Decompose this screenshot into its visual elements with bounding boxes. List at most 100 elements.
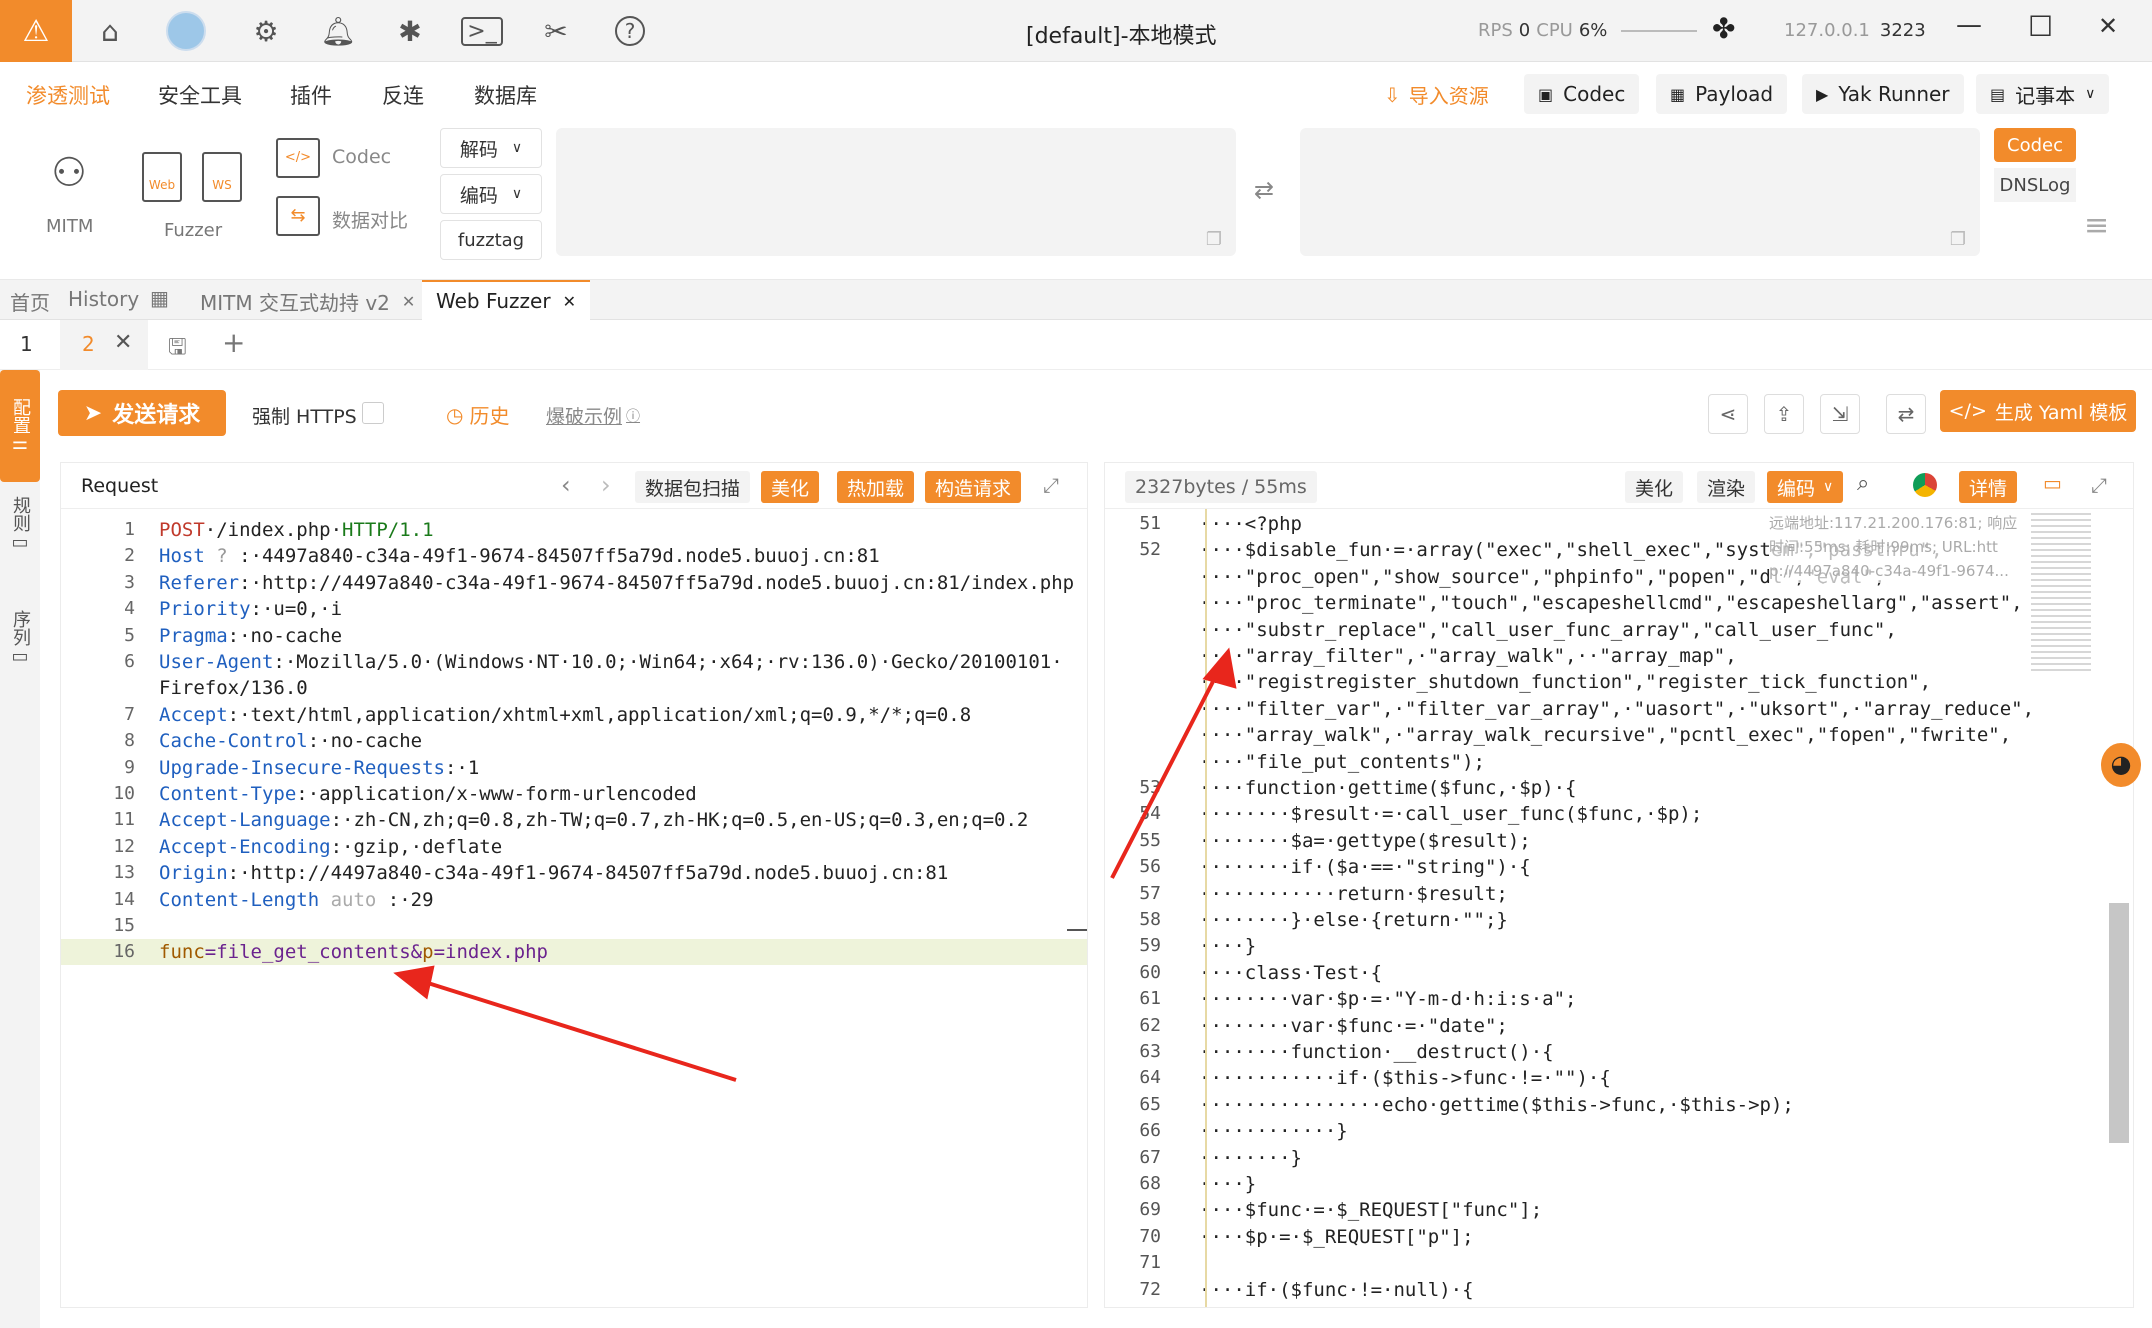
detail-button[interactable]: 详情 [1959,471,2018,503]
tab-home[interactable]: 首页 [10,287,50,316]
fuzzer-label[interactable]: Fuzzer [164,220,222,241]
copy-icon[interactable]: ❐ [1206,229,1222,250]
yak-runner-button[interactable]: ▶ Yak Runner [1802,74,1964,114]
response-line[interactable]: 64 ············if·($this->func·!=·"")·{ [1105,1065,2045,1091]
response-line[interactable]: 58 ········}·else·{return·"";} [1105,907,2045,933]
code-minimap[interactable] [2029,509,2109,709]
request-line[interactable]: Firefox/136.0 [61,675,1087,701]
response-line[interactable]: 69 ····$func·=·$_REQUEST["func"]; [1105,1197,2045,1223]
side-tab-sequence[interactable]: 序列 ▭ [0,610,40,722]
close-icon[interactable]: ✕ [114,330,132,355]
codec-tool-icon[interactable]: </> [276,138,320,178]
response-line[interactable]: ····"registregister_shutdown_function","… [1105,669,2045,695]
request-line[interactable]: 14 Content-Length auto :·29 [61,887,1087,913]
response-line[interactable]: 59 ····} [1105,933,2045,959]
tab-history[interactable]: History [68,287,139,311]
response-line[interactable]: 65 ················echo·gettime($this->fu… [1105,1092,2045,1118]
menu-reverse[interactable]: 反连 [382,80,424,110]
mitm-label[interactable]: MITM [46,216,93,237]
payload-button[interactable]: ▦ Payload [1656,74,1788,114]
bug-icon[interactable]: ✱ [390,12,430,50]
menu-pentest[interactable]: 渗透测试 [26,80,110,110]
mascot-icon[interactable]: ◕ [2101,743,2141,787]
import-resource-button[interactable]: ⇩ 导入资源 [1384,80,1489,109]
side-tab-rules[interactable]: 规则 ▭ [0,496,40,608]
response-line[interactable]: 53 ····function·gettime($func,·$p)·{ [1105,775,2045,801]
engine-status-icon[interactable]: ✤ [1712,12,1746,46]
avatar[interactable] [166,11,206,51]
menu-security-tools[interactable]: 安全工具 [158,80,242,110]
export-icon[interactable]: ⇪ [1764,394,1804,434]
notebook-button[interactable]: ▤ 记事本 ∨ [1976,74,2110,114]
request-editor[interactable]: 1 POST·/index.php·HTTP/1.1 2 Host ? :·4497a… [61,509,1087,1307]
request-line[interactable]: 3 Referer:·http://4497a840-c34a-49f1-9674… [61,570,1087,596]
response-line[interactable]: ····"file_put_contents"); [1105,749,2045,775]
response-line[interactable]: 67 ········} [1105,1145,2045,1171]
codec-input-area[interactable]: ❐ [556,128,1236,256]
collapse-icon[interactable]: ≡ [2084,208,2109,243]
request-line[interactable]: 2 Host ? :·4497a840-c34a-49f1-9674-84507f… [61,543,1087,569]
send-request-button[interactable]: ➤ 发送请求 [58,390,226,436]
close-icon[interactable]: ✕ [402,292,415,311]
codec-side-tab[interactable]: Codec [1994,128,2076,162]
response-line[interactable]: 71 [1105,1250,2045,1276]
tab-web-fuzzer[interactable]: Web Fuzzer ✕ [422,280,590,320]
request-line[interactable]: 6 User-Agent:·Mozilla/5.0·(Windows·NT·10.… [61,649,1087,675]
fuzztag-button[interactable]: fuzztag [440,220,542,260]
home-icon[interactable]: ⌂ [90,12,130,50]
codec-tool-label[interactable]: Codec [332,146,391,168]
maximize-button[interactable]: ☐ [2028,10,2053,43]
swap-icon[interactable]: ⇄ [1886,394,1926,434]
request-line[interactable]: 4 Priority:·u=0,·i [61,596,1087,622]
request-line[interactable]: 13 Origin:·http://4497a840-c34a-49f1-9674… [61,860,1087,886]
menu-database[interactable]: 数据库 [474,80,537,110]
response-line[interactable]: ····"array_filter",·"array_walk",··"arra… [1105,643,2045,669]
request-line[interactable]: 1 POST·/index.php·HTTP/1.1 [61,517,1087,543]
table-icon[interactable]: ▦ [150,286,169,310]
request-line[interactable]: 7 Accept:·text/html,application/xhtml+xml… [61,702,1087,728]
gear-icon[interactable]: ⚙ [246,12,286,50]
packet-scan-button[interactable]: 数据包扫描 [635,471,751,503]
response-line[interactable]: 54 ········$result·=·call_user_func($func… [1105,801,2045,827]
force-https-checkbox[interactable] [362,402,384,424]
example-link[interactable]: 爆破示例 ⓘ [546,402,640,429]
comment-icon[interactable]: ▭ [2043,471,2062,495]
chevron-right-icon[interactable]: › [601,471,611,499]
close-button[interactable]: ✕ [2098,12,2118,40]
compare-label[interactable]: 数据对比 [332,206,408,233]
request-line[interactable]: 15 [61,913,1087,939]
response-line[interactable]: 57 ············return·$result; [1105,881,2045,907]
history-button[interactable]: ◷ 历史 [446,400,509,429]
response-line[interactable]: 61 ········var·$p·=·"Y-m-d·h:i:s·a"; [1105,986,2045,1012]
response-line[interactable]: ····"substr_replace","call_user_func_arr… [1105,617,2045,643]
hotload-button[interactable]: 热加载 [837,471,915,503]
request-line[interactable]: 5 Pragma:·no-cache [61,623,1087,649]
response-beautify-button[interactable]: 美化 [1625,471,1684,503]
request-line[interactable]: 12 Accept-Encoding:·gzip,·deflate [61,834,1087,860]
import-icon[interactable]: ⇲ [1820,394,1860,434]
bell-icon[interactable]: 🔔︎ [318,12,358,50]
web-fuzzer-icon[interactable]: Web [142,152,182,202]
side-tab-config[interactable]: 配置 ⚌ [0,370,40,482]
render-button[interactable]: 渲染 [1697,471,1756,503]
save-icon[interactable]: 🖫︎ [168,330,187,368]
search-icon[interactable]: ⌕ [1857,471,1869,496]
response-line[interactable]: 68 ····} [1105,1171,2045,1197]
ws-fuzzer-icon[interactable]: WS [202,152,242,202]
response-line[interactable]: 55 ········$a=·gettype($result); [1105,828,2045,854]
close-icon[interactable]: ✕ [563,292,576,311]
response-line[interactable]: 72 ····if·($func·!=·null)·{ [1105,1277,2045,1303]
response-line[interactable]: 62 ········var·$func·=·"date"; [1105,1013,2045,1039]
compare-icon[interactable]: ⇆ [276,196,320,236]
tools-icon[interactable]: ✂ [536,12,576,50]
subtab-2[interactable]: 2 [82,332,95,356]
response-line[interactable]: ····"filter_var",·"filter_var_array",·"u… [1105,696,2045,722]
add-tab-icon[interactable]: + [222,326,245,359]
response-line[interactable]: ····"proc_terminate","touch","escapeshel… [1105,590,2045,616]
response-line[interactable]: 70 ····$p·=·$_REQUEST["p"]; [1105,1224,2045,1250]
yakit-logo-icon[interactable]: ⚠ [0,0,72,62]
fullscreen-icon[interactable]: ⤢ [1043,473,1059,497]
scrollbar-thumb[interactable] [2109,903,2129,1143]
share-icon[interactable]: ⋖ [1708,394,1748,434]
decode-select[interactable]: 解码 ∨ [440,128,542,168]
